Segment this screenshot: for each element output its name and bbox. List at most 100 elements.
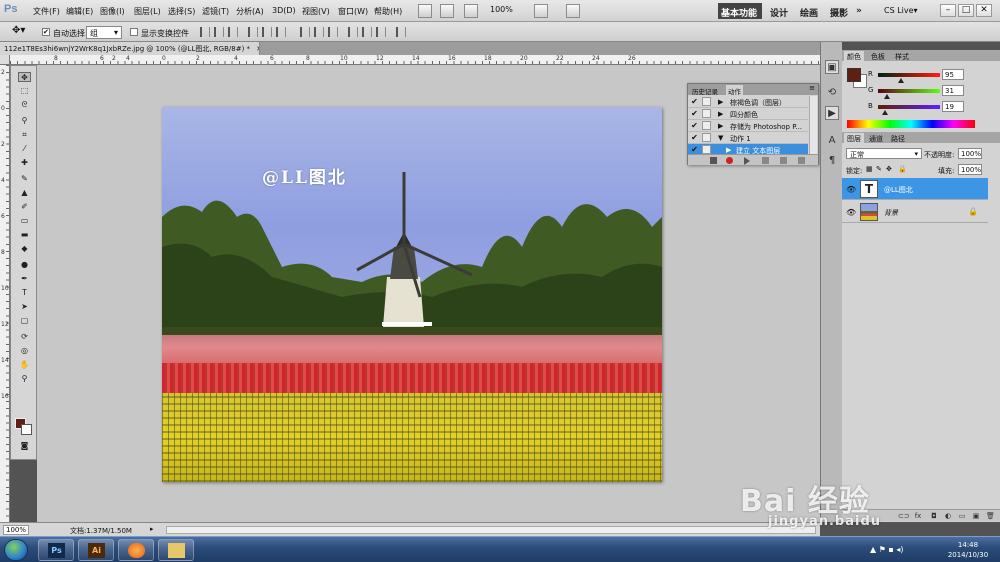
document-image[interactable]: @LL图北 xyxy=(162,107,662,482)
system-tray[interactable]: ▲ ⚑ ▪ ◂) xyxy=(870,545,936,557)
menu-help[interactable]: 帮助(H) xyxy=(374,6,402,17)
gradient-icon[interactable]: ▬ xyxy=(18,230,31,240)
status-menu-arrow-icon[interactable]: ▸ xyxy=(150,525,154,533)
menu-edit[interactable]: 编辑(E) xyxy=(66,6,93,17)
red-slider-thumb[interactable] xyxy=(898,78,904,83)
blend-mode-dropdown[interactable]: 正常 ▾ xyxy=(846,148,922,159)
align-left-icon[interactable] xyxy=(248,27,258,37)
taskbar-illustrator[interactable]: Ai xyxy=(78,539,114,561)
auto-align-icon[interactable] xyxy=(396,27,406,37)
distribute-top-icon[interactable] xyxy=(300,27,310,37)
distribute-vcenter-icon[interactable] xyxy=(314,27,324,37)
auto-select-dropdown[interactable]: 组 ▾ xyxy=(86,26,122,39)
3d-rotate-icon[interactable]: ⟳ xyxy=(18,332,31,342)
quick-mask-icon[interactable]: ◙ xyxy=(18,441,31,451)
distribute-bottom-icon[interactable] xyxy=(328,27,338,37)
arrange-documents-icon[interactable] xyxy=(534,4,548,18)
blue-slider-thumb[interactable] xyxy=(882,110,888,115)
expand-arrow-icon[interactable]: ▶ xyxy=(726,146,731,154)
lock-transparent-icon[interactable]: ▦ xyxy=(866,165,873,173)
stop-button[interactable] xyxy=(710,157,717,164)
eraser-icon[interactable]: ▭ xyxy=(18,216,31,226)
align-hcenter-icon[interactable] xyxy=(262,27,272,37)
action-toggle-check[interactable]: ✔ xyxy=(690,145,699,154)
action-toggle-check[interactable]: ✔ xyxy=(690,133,699,142)
distribute-right-icon[interactable] xyxy=(376,27,386,37)
menu-image[interactable]: 图像(I) xyxy=(100,6,125,17)
workspace-basic[interactable]: 基本功能 xyxy=(718,3,762,19)
bridge-icon[interactable] xyxy=(418,4,432,18)
collapse-arrow-icon[interactable]: ▼ xyxy=(718,134,723,142)
opacity-field[interactable]: 100% xyxy=(958,148,982,159)
path-select-icon[interactable]: ➤ xyxy=(18,302,31,312)
character-icon[interactable]: A xyxy=(825,134,839,148)
menu-3d[interactable]: 3D(D) xyxy=(272,6,296,15)
align-vcenter-icon[interactable] xyxy=(214,27,224,37)
blue-slider[interactable] xyxy=(878,105,940,109)
menu-view[interactable]: 视图(V) xyxy=(302,6,330,17)
quick-select-icon[interactable]: ⚲ xyxy=(18,116,31,126)
menu-window[interactable]: 窗口(W) xyxy=(338,6,368,17)
menu-layer[interactable]: 图层(L) xyxy=(134,6,161,17)
history-brush-icon[interactable]: ✐ xyxy=(18,202,31,212)
horizontal-ruler[interactable]: 8 6 4 2 0 2 4 6 8 10 12 14 16 18 20 22 2… xyxy=(10,55,820,65)
close-button[interactable]: ✕ xyxy=(976,4,992,17)
shape-icon[interactable]: ▢ xyxy=(18,316,31,326)
start-button[interactable] xyxy=(4,539,28,561)
action-row[interactable]: ✔ ▶ 存储为 Photoshop P... xyxy=(688,120,808,132)
visibility-eye-icon[interactable]: 👁 xyxy=(846,208,856,217)
delete-action-button[interactable] xyxy=(798,157,805,164)
marquee-icon[interactable]: ⬚ xyxy=(18,86,31,96)
document-tab[interactable]: 112e1T8Es3hi6wnjY2WrK8q1JxbRZe.jpg @ 100… xyxy=(0,42,260,55)
lock-position-icon[interactable]: ✥ xyxy=(886,165,892,173)
action-dialog-toggle[interactable] xyxy=(702,97,711,106)
expand-arrow-icon[interactable]: ▶ xyxy=(718,98,723,106)
lock-image-icon[interactable]: ✎ xyxy=(876,165,882,173)
cs-live-button[interactable]: CS Live▾ xyxy=(884,6,918,15)
red-value-field[interactable]: 95 xyxy=(942,69,964,80)
layer-row-background[interactable]: 👁 背景 🔒 xyxy=(842,201,988,223)
zoom-level-dropdown[interactable]: 100% xyxy=(490,5,526,17)
menu-analysis[interactable]: 分析(A) xyxy=(236,6,264,17)
layer-row-text[interactable]: 👁 T @LL图北 xyxy=(842,178,988,200)
dodge-icon[interactable]: ● xyxy=(18,260,31,270)
workspace-design[interactable]: 设计 xyxy=(770,6,788,19)
lock-all-icon[interactable]: 🔒 xyxy=(898,165,907,173)
extras-icon[interactable] xyxy=(464,4,478,18)
ruler-origin[interactable] xyxy=(0,55,10,65)
taskbar-browser[interactable] xyxy=(118,539,154,561)
trash-icon[interactable]: 🗑 xyxy=(986,512,995,520)
tab-styles[interactable]: 样式 xyxy=(892,51,912,61)
workspace-more-button[interactable]: » xyxy=(856,6,862,16)
type-icon[interactable]: T xyxy=(18,288,31,298)
mini-bridge-icon[interactable]: ▣ xyxy=(825,60,839,74)
fill-field[interactable]: 100% xyxy=(958,164,982,175)
crop-icon[interactable]: ⌗ xyxy=(18,130,31,140)
move-tool-preset-icon[interactable]: ✥▾ xyxy=(12,25,25,36)
workspace-painting[interactable]: 绘画 xyxy=(800,6,818,19)
new-action-button[interactable] xyxy=(780,157,787,164)
3d-orbit-icon[interactable]: ◎ xyxy=(18,346,31,356)
tab-layers[interactable]: 图层 xyxy=(844,133,864,143)
green-slider-thumb[interactable] xyxy=(884,94,890,99)
visibility-eye-icon[interactable]: 👁 xyxy=(846,185,856,194)
color-spectrum-bar[interactable] xyxy=(847,120,975,128)
document-info[interactable]: 文档:1.37M/1.50M xyxy=(70,526,132,536)
mini-bridge-icon[interactable] xyxy=(440,4,454,18)
actions-icon[interactable]: ▶ xyxy=(825,106,839,120)
maximize-button[interactable]: □ xyxy=(958,4,974,17)
panel-menu-icon[interactable]: ≡ xyxy=(809,84,815,92)
new-set-button[interactable] xyxy=(762,157,769,164)
action-row[interactable]: ✔ ▼ 动作 1 xyxy=(688,132,808,144)
action-row[interactable]: ✔ ▶ 四分颜色 xyxy=(688,108,808,120)
zoom-icon[interactable]: ⚲ xyxy=(18,374,31,384)
expand-arrow-icon[interactable]: ▶ xyxy=(718,122,723,130)
align-top-icon[interactable] xyxy=(200,27,210,37)
tab-color[interactable]: 颜色 xyxy=(844,51,864,61)
pen-icon[interactable]: ✒ xyxy=(18,274,31,284)
layer-name[interactable]: 背景 xyxy=(884,208,898,218)
action-dialog-toggle[interactable] xyxy=(702,121,711,130)
red-slider[interactable] xyxy=(878,73,940,77)
layer-name[interactable]: @LL图北 xyxy=(884,185,913,195)
screen-mode-icon[interactable] xyxy=(566,4,580,18)
